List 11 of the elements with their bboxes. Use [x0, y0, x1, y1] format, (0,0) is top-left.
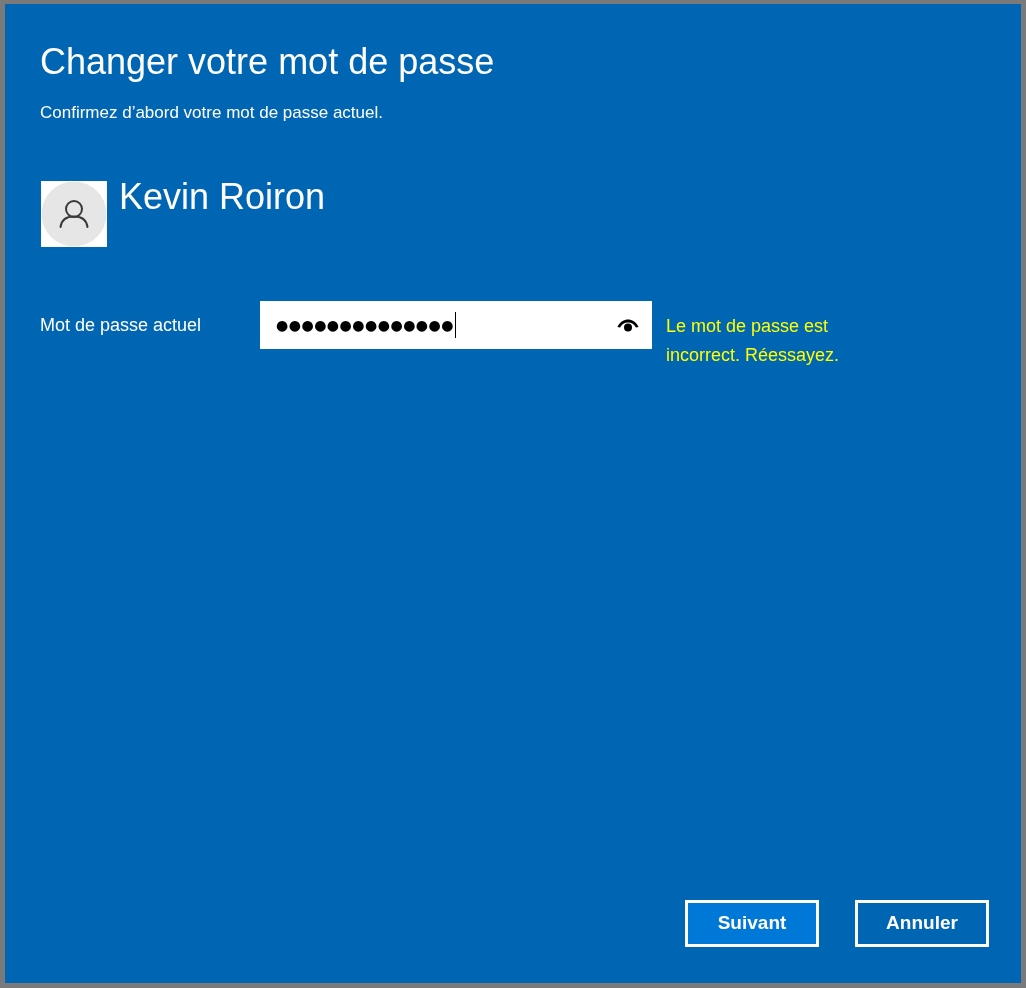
cancel-button[interactable]: Annuler: [855, 900, 989, 947]
password-field[interactable]: ●●●●●●●●●●●●●●: [260, 301, 652, 349]
error-message: Le mot de passe est incorrect. Réessayez.: [666, 315, 841, 367]
dialog-title: Changer votre mot de passe: [40, 40, 495, 84]
field-label: Mot de passe actuel: [40, 314, 203, 337]
account-name: Kevin Roiron: [119, 175, 326, 219]
avatar-icon: [41, 181, 107, 247]
password-value: ●●●●●●●●●●●●●●: [276, 316, 455, 335]
eye-icon[interactable]: [617, 318, 639, 332]
next-button[interactable]: Suivant: [685, 900, 819, 947]
dialog-subtitle: Confirmez d’abord votre mot de passe actuel.: [40, 102, 383, 124]
